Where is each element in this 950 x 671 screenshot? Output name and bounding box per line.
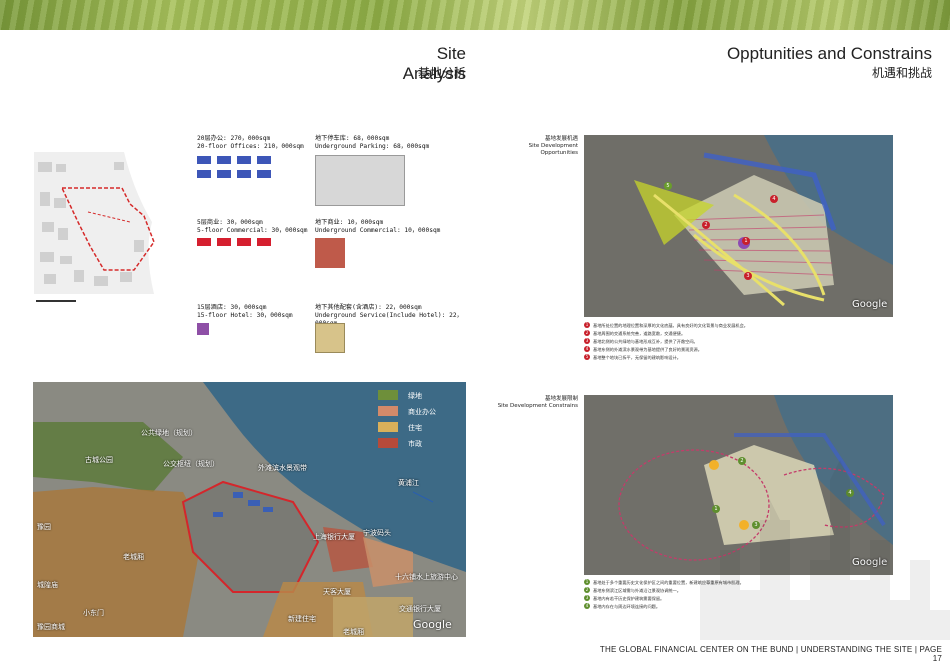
top-decorative-band bbox=[0, 0, 950, 30]
page-subtitle-right: 机遇和挑战 bbox=[871, 66, 932, 80]
legend-residential-swatch bbox=[378, 422, 398, 432]
ug-commercial-area-label: 地下商业: 10，000sqm Underground Commercial: 1… bbox=[315, 219, 441, 234]
legend-municipal-label: 市政 bbox=[408, 440, 422, 448]
site-plan-diagram bbox=[34, 152, 176, 302]
map-label: 新建住宅 bbox=[288, 615, 316, 623]
google-watermark: Google bbox=[413, 618, 452, 631]
map-label: 公共绿地（规划） bbox=[141, 429, 197, 437]
marker-3: 3 bbox=[744, 272, 752, 280]
skyline-watermark bbox=[700, 460, 950, 640]
ug-service-swatch bbox=[315, 323, 345, 353]
opp-caption: 基地发展机遇 Site Development Opportunities bbox=[528, 136, 578, 156]
ug-commercial-swatch bbox=[315, 238, 345, 268]
map-label: 小东门 bbox=[83, 609, 104, 617]
marker-2: 2 bbox=[702, 221, 710, 229]
map-label: 豫园 bbox=[37, 523, 51, 531]
map-label: 公交枢纽（规划） bbox=[163, 460, 219, 468]
commercial-area-label: 5层商业: 30，000sqm 5-floor Commercial: 30，00… bbox=[197, 219, 308, 234]
con-caption: 基地发展限制 Site Development Constrains bbox=[497, 396, 578, 409]
scale-bar bbox=[36, 300, 76, 302]
hotel-area-label: 15层酒店: 30，000sqm 15-floor Hotel: 30，000sq… bbox=[197, 304, 293, 319]
map-label: 交通银行大厦 bbox=[399, 605, 441, 613]
aerial-map-graphic bbox=[33, 382, 466, 637]
map-label: 豫园商城 bbox=[37, 623, 65, 631]
legend-green-label: 绿地 bbox=[408, 392, 422, 400]
marker-4: 4 bbox=[770, 195, 778, 203]
map-label: 宁波码头 bbox=[363, 529, 391, 537]
opportunity-notes: 1 基地所处位置的地理位置和深厚的文化底蕴，具有良好的文化背景与商业发展机会。 2… bbox=[584, 322, 748, 360]
opportunities-map-graphic bbox=[584, 135, 893, 317]
legend-commercial-label: 商业办公 bbox=[408, 408, 436, 416]
page-title-right: Opptunities and Constrains bbox=[726, 44, 932, 63]
aerial-land-use-map: 绿地 商业办公 住宅 市政 公共绿地（规划） 古城公园 公交枢纽（规划） 外滩滨… bbox=[33, 382, 466, 637]
legend-municipal-swatch bbox=[378, 438, 398, 448]
office-area-label: 20层办公: 270，000sqm 20-floor Offices: 210，0… bbox=[197, 135, 304, 150]
google-watermark: Google bbox=[852, 299, 888, 310]
map-label: 老城厢 bbox=[123, 553, 144, 561]
opportunities-map: 1 2 3 4 5 Google bbox=[584, 135, 893, 317]
marker-1: 1 bbox=[742, 237, 750, 245]
map-label: 古城公园 bbox=[85, 456, 113, 464]
office-swatches bbox=[197, 156, 287, 182]
map-label: 城隍庙 bbox=[37, 581, 58, 589]
hotel-swatch bbox=[197, 323, 209, 335]
map-label: 黄浦江 bbox=[398, 479, 419, 487]
marker-5: 5 bbox=[664, 182, 672, 190]
map-label: 十六铺水上旅游中心 bbox=[395, 573, 458, 581]
map-label: 天客大厦 bbox=[323, 588, 351, 596]
parking-swatch bbox=[315, 155, 405, 206]
map-label: 外滩滨水景观带 bbox=[258, 464, 307, 472]
legend-commercial-swatch bbox=[378, 406, 398, 416]
legend-green-swatch bbox=[378, 390, 398, 400]
page-footer: THE GLOBAL FINANCIAL CENTER ON THE BUND … bbox=[599, 645, 942, 663]
parking-area-label: 地下停车库: 68，000sqm Underground Parking: 68，… bbox=[315, 135, 430, 150]
map-label: 上海银行大厦 bbox=[313, 533, 355, 541]
page-subtitle-left: 基地分析 bbox=[417, 66, 466, 80]
legend-residential-label: 住宅 bbox=[408, 424, 422, 432]
map-label: 老城厢 bbox=[343, 628, 364, 636]
commercial-swatches bbox=[197, 238, 287, 248]
